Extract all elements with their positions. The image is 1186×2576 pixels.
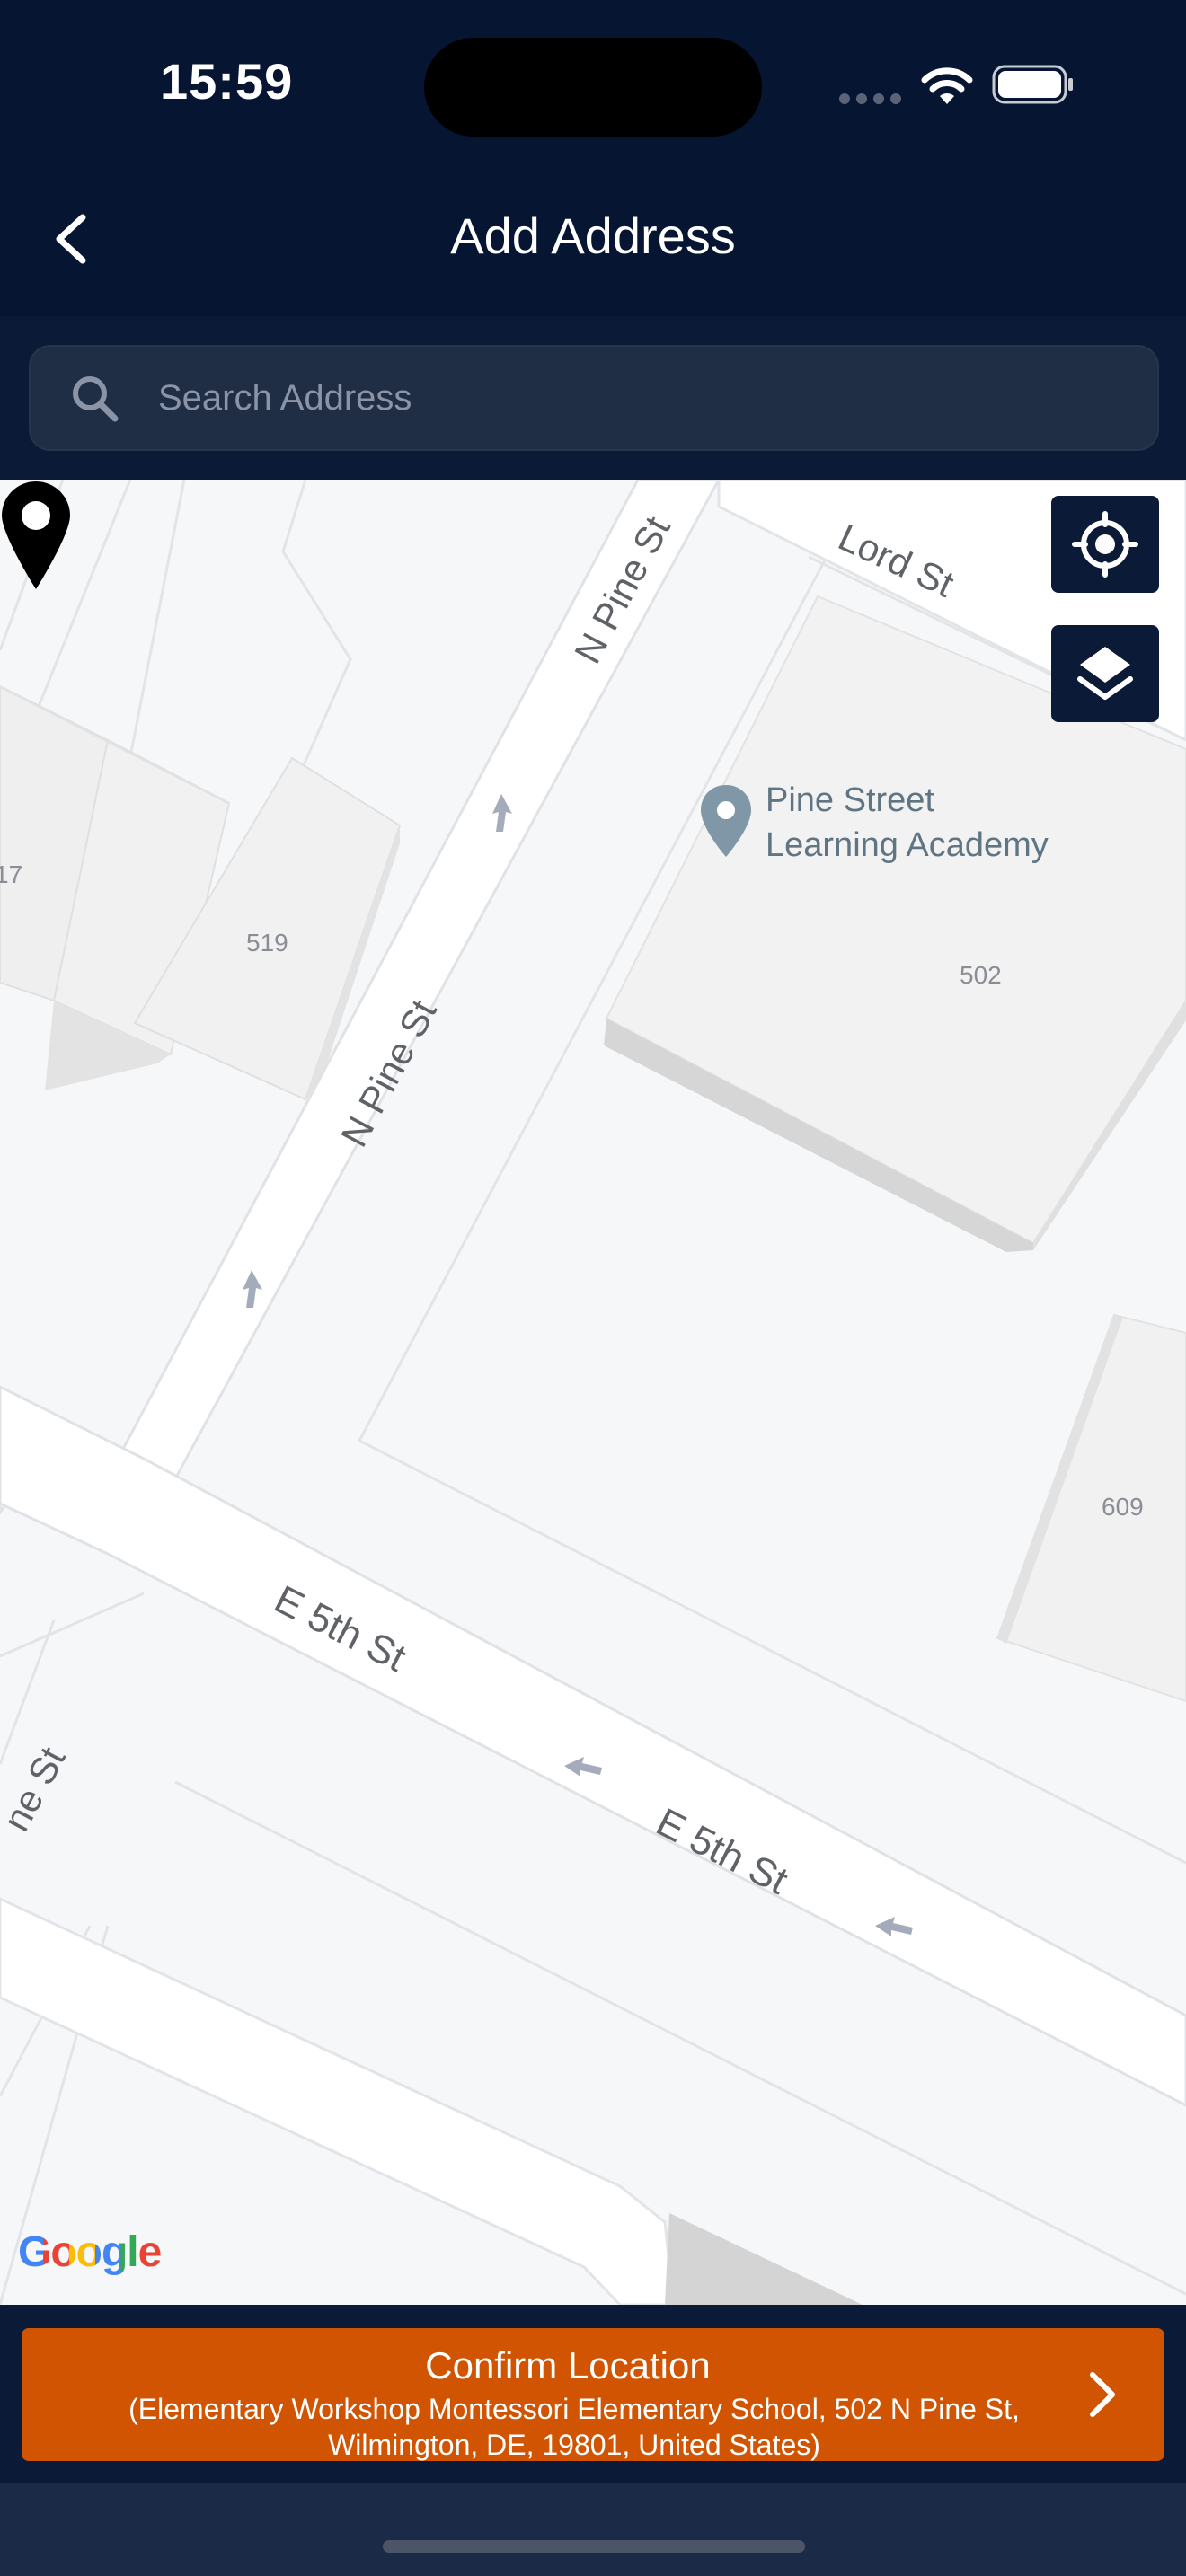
confirm-location-address: (Elementary Workshop Montessori Elementa… (128, 2393, 1020, 2461)
dynamic-island (424, 38, 762, 137)
home-indicator[interactable] (383, 2540, 805, 2553)
building-number: 17 (0, 860, 23, 888)
confirm-location-button[interactable]: Confirm Location (Elementary Workshop Mo… (22, 2328, 1164, 2461)
cellular-signal-icon (839, 93, 902, 104)
confirm-location-label: Confirm Location (425, 2344, 711, 2386)
search-icon (73, 376, 119, 422)
crosshair-icon (1072, 511, 1138, 578)
building-number: 519 (246, 929, 288, 957)
map-pin-icon[interactable] (699, 783, 753, 859)
google-attribution: Google (18, 2228, 162, 2277)
chevron-right-icon (1090, 2372, 1115, 2417)
location-pin-icon (2, 481, 70, 589)
map-layers-button[interactable] (1051, 625, 1159, 722)
my-location-button[interactable] (1051, 496, 1159, 593)
home-bar-area (0, 2483, 1186, 2576)
app-header: Add Address (0, 162, 1186, 316)
building-number: 609 (1102, 1493, 1144, 1521)
building-number: 502 (960, 961, 1002, 989)
status-bar: 15:59 (0, 0, 1186, 162)
battery-icon (992, 65, 1073, 104)
layers-icon (1077, 647, 1133, 700)
status-time: 15:59 (160, 53, 294, 110)
wifi-icon (921, 67, 973, 104)
google-attribution-text: Google (18, 2228, 162, 2276)
search-bar (0, 316, 1186, 480)
search-input[interactable] (156, 368, 1130, 428)
poi-name-line2[interactable]: Learning Academy (766, 826, 1049, 865)
map-canvas (0, 480, 1186, 2305)
map-view[interactable]: Lord St N Pine St N Pine St E 5th St E 5… (0, 480, 1186, 2305)
poi-name-line1[interactable]: Pine Street (766, 781, 934, 820)
page-title: Add Address (450, 207, 736, 264)
search-box[interactable] (29, 345, 1159, 451)
